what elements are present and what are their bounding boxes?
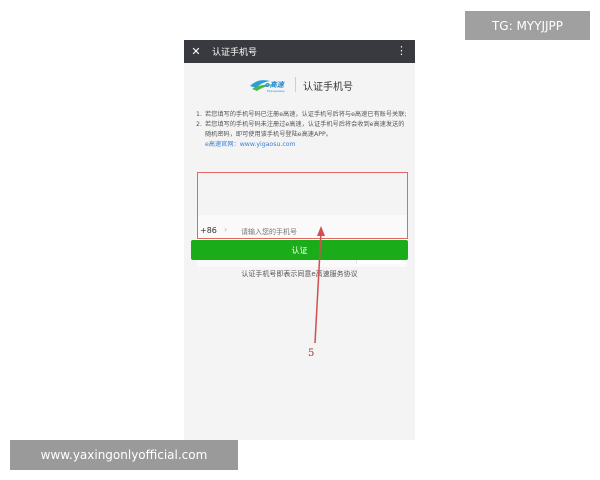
logo-brand: e高速 — [265, 80, 286, 89]
egaosu-logo-icon: e高速 Expressway — [250, 80, 286, 93]
phone-input[interactable] — [241, 225, 351, 239]
website-link[interactable]: e高速官网：www.yigaosu.com — [205, 140, 408, 150]
agreement-text: 认证手机号即表示同意e高速服务协议 — [241, 270, 358, 278]
titlebar-title: 认证手机号 — [212, 48, 258, 58]
titlebar: ✕ 认证手机号 ⋮ — [184, 40, 415, 63]
close-icon[interactable]: ✕ — [184, 45, 208, 58]
tg-watermark: TG: MYYJJPP — [465, 11, 590, 40]
chevron-right-icon[interactable]: › — [224, 225, 227, 234]
more-menu-icon[interactable]: ⋮ — [396, 44, 407, 57]
logo-brand-sub: Expressway — [267, 89, 285, 93]
note-item: 1. 若您填写的手机号码已注册e高速，认证手机号后将与e高速已有账号关联; — [196, 111, 407, 118]
annotation-number: 5 — [308, 348, 315, 359]
note-item: 2. 若您填写的手机号码未注册过e高速，认证手机号后将会收到e高速发送的随机密码… — [196, 121, 405, 138]
page-title: 认证手机号 — [303, 82, 353, 93]
logo-divider — [295, 77, 296, 92]
verify-button[interactable]: 认证 — [191, 240, 408, 260]
site-watermark: www.yaxingonlyofficial.com — [10, 440, 238, 470]
phone-screen: ✕ 认证手机号 ⋮ e高速 Expressway 认证手机号 1. 若您填写的手… — [184, 40, 415, 440]
service-agreement-link[interactable]: e高速服务协议 — [311, 270, 357, 278]
notes: 1. 若您填写的手机号码已注册e高速，认证手机号后将与e高速已有账号关联; 2.… — [196, 110, 408, 150]
country-code[interactable]: +86 — [200, 226, 217, 235]
logo-row: e高速 Expressway 认证手机号 — [184, 74, 415, 96]
